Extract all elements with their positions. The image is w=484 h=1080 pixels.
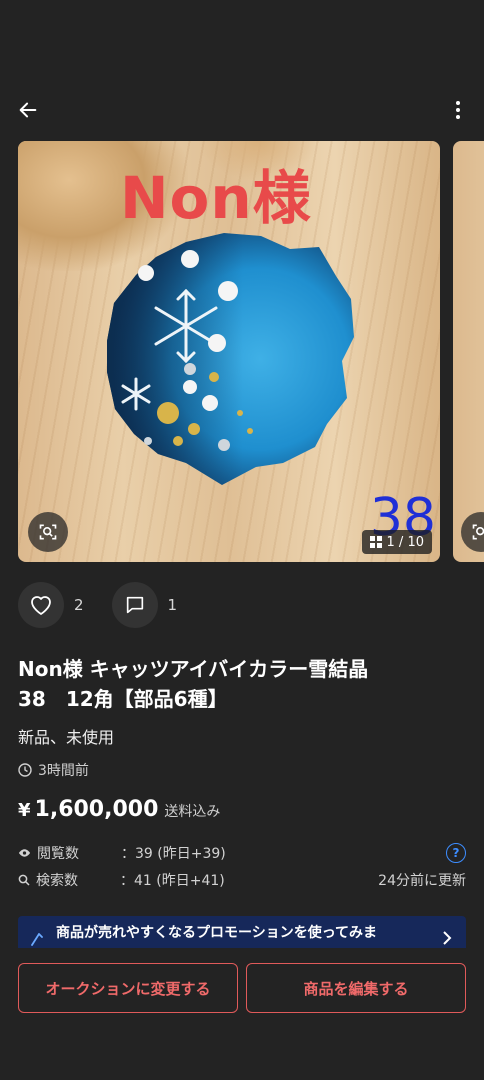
- like-button[interactable]: [18, 582, 64, 628]
- image-search-icon: [39, 524, 57, 540]
- photo-watermark-text: Non様: [120, 164, 312, 232]
- more-options-button[interactable]: [446, 94, 470, 126]
- help-button[interactable]: ?: [446, 843, 466, 863]
- posted-time: 3時間前: [18, 760, 89, 780]
- bottom-action-bar: オークションに変更する 商品を編集する: [0, 948, 484, 1080]
- price-currency: ¥: [18, 800, 31, 821]
- product-photo[interactable]: Non様 38 1 / 10: [18, 141, 440, 562]
- edit-item-button[interactable]: 商品を編集する: [246, 963, 466, 1013]
- searches-value: ：41 (昨日+41): [120, 873, 225, 889]
- more-vertical-icon: [456, 101, 460, 119]
- like-count: 2: [74, 596, 84, 614]
- heart-icon: [31, 596, 51, 615]
- image-search-icon: [472, 524, 484, 540]
- price-row: ¥ 1,600,000 送料込み: [18, 797, 220, 822]
- photo-counter: 1 / 10: [361, 530, 432, 554]
- comment-button[interactable]: [111, 582, 158, 628]
- back-button[interactable]: [12, 94, 44, 126]
- grid-icon: [369, 536, 382, 548]
- chevron-right-icon: [443, 931, 452, 945]
- searches-row: 検索数 ：41 (昨日+41) 24分前に更新: [18, 870, 466, 890]
- posted-time-text: 3時間前: [38, 763, 89, 779]
- shipping-label: 送料込み: [164, 804, 221, 820]
- item-title: Non様 キャッツアイバイカラー雪結晶 38 12角【部品6種】: [18, 657, 369, 711]
- updated-time: 24分前に更新: [378, 873, 466, 889]
- top-bar: [0, 90, 484, 130]
- arrow-left-icon: [19, 102, 37, 118]
- clock-icon: [18, 763, 32, 777]
- searches-label: 検索数: [36, 873, 78, 889]
- photo-carousel[interactable]: Non様 38 1 / 10: [0, 141, 484, 562]
- photo-counter-text: 1 / 10: [386, 534, 424, 550]
- eye-icon: [18, 849, 31, 857]
- promotion-icon: [31, 933, 43, 946]
- views-row: 閲覧数 ：39 (昨日+39) ?: [18, 843, 466, 863]
- action-row: 2 1: [18, 582, 205, 628]
- promotion-text: 商品が売れやすくなるプロモーションを使ってみま: [56, 925, 378, 941]
- views-value: ：39 (昨日+39): [121, 846, 226, 862]
- item-condition: 新品、未使用: [18, 728, 115, 747]
- promotion-banner[interactable]: 商品が売れやすくなるプロモーションを使ってみま: [18, 916, 466, 948]
- comment-icon: [126, 596, 143, 614]
- views-label: 閲覧数: [37, 846, 79, 862]
- comment-count: 1: [167, 596, 178, 614]
- next-product-photo[interactable]: [453, 141, 484, 562]
- image-search-button-next[interactable]: [461, 512, 484, 552]
- change-to-auction-button[interactable]: オークションに変更する: [18, 963, 238, 1013]
- search-icon: [18, 874, 30, 886]
- image-search-button[interactable]: [28, 512, 68, 552]
- price-value: 1,600,000: [34, 797, 159, 822]
